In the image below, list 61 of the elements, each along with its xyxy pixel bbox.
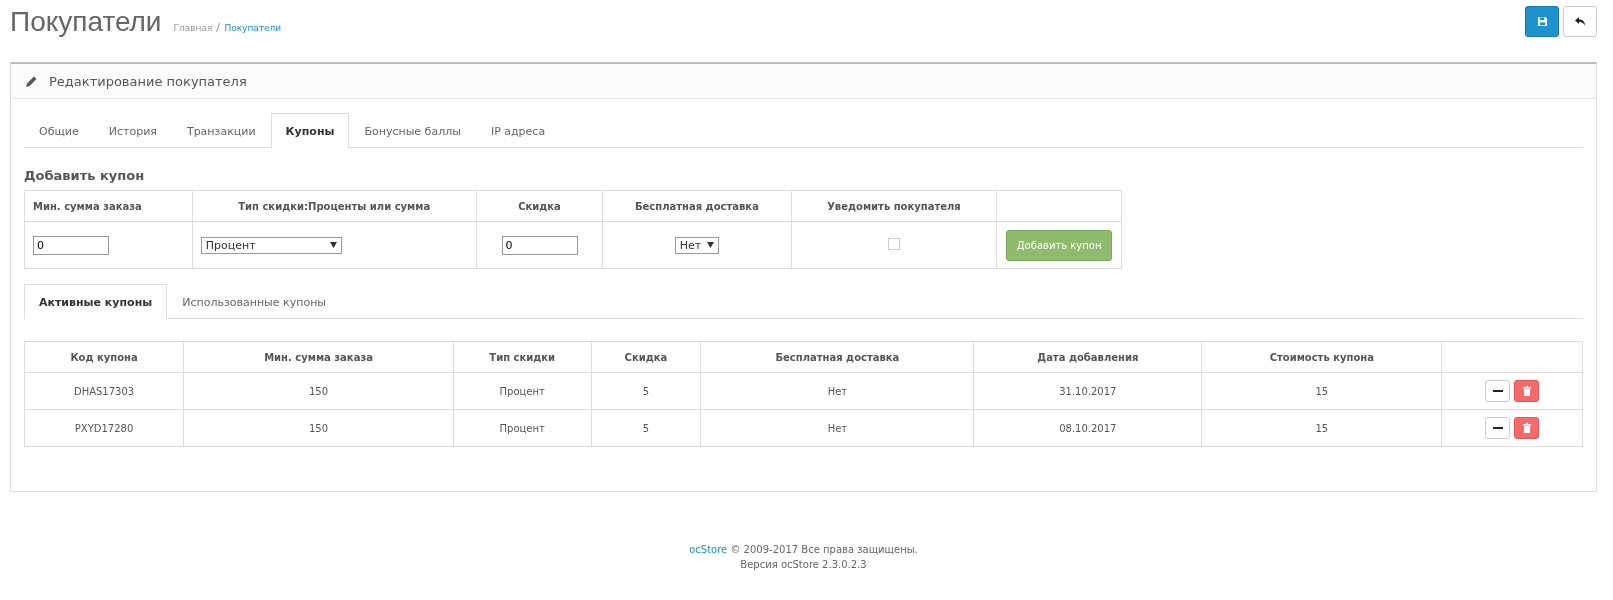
save-button[interactable] xyxy=(1525,6,1559,37)
remove-button[interactable] xyxy=(1485,417,1511,439)
table-cell: 5 xyxy=(591,409,701,447)
tab[interactable]: Использованные купоны xyxy=(167,284,341,319)
dropdown-caret-icon xyxy=(707,242,715,248)
column-header: Дата добавления xyxy=(973,341,1202,373)
column-header: Стоимость купона xyxy=(1201,341,1442,373)
table-cell: 31.10.2017 xyxy=(973,372,1202,410)
table-cell: PXYD17280 xyxy=(24,409,184,447)
table-cell: 08.10.2017 xyxy=(973,409,1202,447)
version-text: Версия ocStore 2.3.0.2.3 xyxy=(739,558,868,572)
column-header: Тип скидки:Проценты или сумма xyxy=(192,190,477,222)
copyright-text: ocStore © 2009-2017 Все права защищены. xyxy=(688,543,919,557)
dropdown-caret-icon xyxy=(329,242,337,248)
column-header: Мин. сумма заказа xyxy=(24,190,193,222)
column-header: Скидка xyxy=(591,341,701,373)
table-cell: 5 xyxy=(591,372,701,410)
tab[interactable]: История xyxy=(93,113,172,148)
table-cell: 150 xyxy=(183,372,454,410)
ocstore-link[interactable]: ocStore xyxy=(689,544,728,555)
dropdown[interactable]: Нет xyxy=(674,236,720,254)
pencil-icon xyxy=(25,74,38,88)
tab[interactable]: Купоны xyxy=(270,113,350,148)
checkbox[interactable] xyxy=(887,238,900,250)
table-cell: 15 xyxy=(1201,409,1442,447)
delete-button[interactable] xyxy=(1514,417,1540,439)
input-field[interactable]: 0 xyxy=(33,235,109,255)
tab[interactable]: Общие xyxy=(24,113,94,148)
trash-icon xyxy=(1522,386,1531,396)
table-cell: Процент xyxy=(453,409,591,447)
table-cell: 150 xyxy=(183,409,454,447)
remove-button[interactable] xyxy=(1485,380,1511,402)
table-cell: DHAS17303 xyxy=(24,372,184,410)
tab[interactable]: IP адреса xyxy=(475,113,561,148)
input-field[interactable]: 0 xyxy=(501,235,578,255)
minus-icon xyxy=(1492,390,1503,392)
breadcrumb-link[interactable]: Покупатели xyxy=(224,23,282,33)
page-title: Покупатели xyxy=(10,6,162,38)
table-cell: Нет xyxy=(700,372,974,410)
column-header: Уведомить покупателя xyxy=(791,190,997,222)
delete-button[interactable] xyxy=(1514,380,1540,402)
column-header: Тип скидки xyxy=(453,341,591,373)
table-cell: Процент xyxy=(453,372,591,410)
column-header: Скидка xyxy=(476,190,603,222)
back-button[interactable] xyxy=(1563,6,1597,37)
panel-title: Редактирование покупателя xyxy=(49,73,247,89)
tab[interactable]: Бонусные баллы xyxy=(349,113,476,148)
dropdown[interactable]: Процент xyxy=(200,236,342,254)
column-header: Бесплатная доставка xyxy=(602,190,792,222)
column-header: Бесплатная доставка xyxy=(700,341,974,373)
trash-icon xyxy=(1522,423,1531,433)
column-header: Мин. сумма заказа xyxy=(183,341,454,373)
tab[interactable]: Транзакции xyxy=(171,113,271,148)
column-header: Код купона xyxy=(24,341,184,373)
minus-icon xyxy=(1492,427,1503,429)
section-heading: Добавить купон xyxy=(24,168,146,183)
table-cell: 15 xyxy=(1201,372,1442,410)
table-cell: Нет xyxy=(700,409,974,447)
tab[interactable]: Активные купоны xyxy=(24,284,168,319)
reply-arrow-icon xyxy=(1574,16,1586,27)
breadcrumb-separator-icon xyxy=(216,23,221,32)
